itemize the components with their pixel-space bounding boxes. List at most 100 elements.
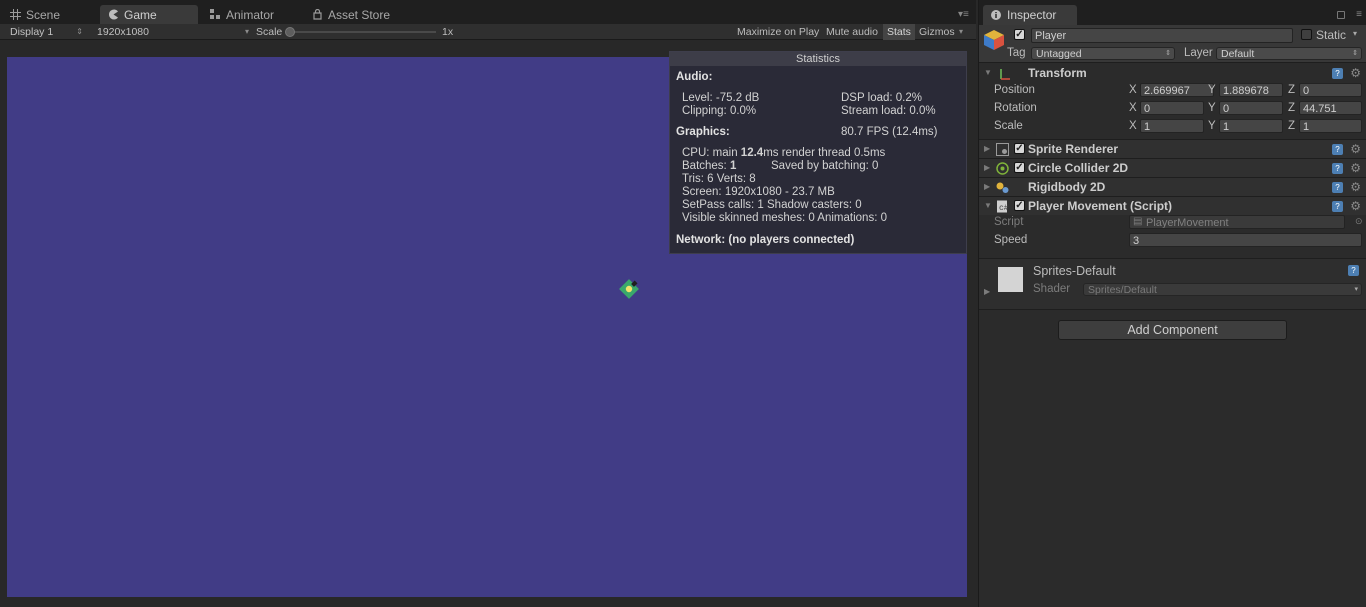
- help-book-icon[interactable]: ?: [1348, 265, 1359, 276]
- transform-axes-icon: [1000, 69, 1010, 80]
- help-book-icon[interactable]: ?: [1332, 163, 1343, 174]
- stats-button[interactable]: Stats: [883, 24, 915, 40]
- select-arrows-icon: ⇕: [1352, 50, 1358, 57]
- circle-collider-enabled-checkbox[interactable]: ✓: [1014, 162, 1025, 173]
- transform-component-header[interactable]: ▼ Transform ? ⚙: [979, 64, 1366, 83]
- cpu-main-value: 12.4: [740, 147, 764, 159]
- expand-arrow-icon[interactable]: ▶: [984, 287, 990, 296]
- select-arrows-icon: ⇕: [1165, 50, 1171, 57]
- rotation-z-field[interactable]: 44.751: [1299, 101, 1362, 115]
- script-value: PlayerMovement: [1146, 217, 1229, 229]
- scale-x-field[interactable]: 1: [1140, 119, 1204, 133]
- help-book-icon[interactable]: ?: [1332, 68, 1343, 79]
- position-y-label: Y: [1208, 84, 1216, 96]
- gameobject-header: ✓ Player Static ▾ Tag Untagged ⇕ Layer De…: [979, 25, 1366, 63]
- player-movement-enabled-checkbox[interactable]: ✓: [1014, 200, 1025, 211]
- scale-x-label: X: [1129, 120, 1137, 132]
- collapse-arrow-icon[interactable]: ▼: [984, 201, 992, 210]
- pacman-icon: [109, 9, 118, 20]
- resolution-select[interactable]: 1920x1080 ▾: [87, 24, 252, 40]
- position-y-field[interactable]: 1.889678: [1219, 83, 1283, 97]
- tab-game[interactable]: Game: [100, 5, 198, 24]
- animator-icon: [210, 9, 220, 19]
- tab-animator[interactable]: Animator: [202, 5, 282, 24]
- layer-dropdown[interactable]: Default ⇕: [1216, 47, 1362, 60]
- mute-audio-button[interactable]: Mute audio: [822, 24, 882, 40]
- static-dropdown-icon[interactable]: ▾: [1353, 29, 1357, 38]
- maximize-on-play-button[interactable]: Maximize on Play: [733, 24, 823, 40]
- circle-collider-component-header[interactable]: ▶ ✓ Circle Collider 2D ? ⚙: [979, 158, 1366, 177]
- sprite-renderer-icon: [996, 143, 1009, 156]
- rigidbody-component-header[interactable]: ▶ Rigidbody 2D ? ⚙: [979, 177, 1366, 196]
- material-preview: [998, 267, 1023, 292]
- player-movement-component-header[interactable]: ▼ c# ✓ Player Movement (Script) ? ⚙: [979, 196, 1366, 215]
- expand-arrow-icon[interactable]: ▶: [984, 182, 990, 191]
- gear-icon[interactable]: ⚙: [1350, 66, 1361, 80]
- add-component-button[interactable]: Add Component: [1058, 320, 1287, 340]
- tab-menu-icon[interactable]: ▾≡: [958, 10, 970, 20]
- batches-value: 1: [729, 160, 737, 172]
- shader-dropdown[interactable]: Sprites/Default ▾: [1083, 283, 1362, 296]
- collapse-arrow-icon[interactable]: ▼: [984, 68, 992, 77]
- expand-arrow-icon[interactable]: ▶: [984, 163, 990, 172]
- help-book-icon[interactable]: ?: [1332, 201, 1343, 212]
- player-movement-title: Player Movement (Script): [1028, 199, 1173, 213]
- inspector-menu-icon[interactable]: ≡: [1356, 9, 1362, 20]
- player-sprite: [619, 279, 639, 299]
- position-z-field[interactable]: 0: [1299, 83, 1362, 97]
- rotation-y-field[interactable]: 0: [1219, 101, 1283, 115]
- tab-scene[interactable]: Scene: [2, 5, 68, 24]
- resolution-select-value: 1920x1080: [97, 26, 149, 38]
- active-checkbox[interactable]: ✓: [1014, 29, 1025, 40]
- static-label: Static: [1316, 28, 1347, 42]
- game-panel: Scene Game Animator Asset Store ▾≡ Displ…: [0, 0, 976, 607]
- saved-by-batching: Saved by batching: 0: [771, 160, 879, 172]
- help-book-icon[interactable]: ?: [1332, 144, 1343, 155]
- tab-inspector[interactable]: Inspector: [983, 5, 1077, 25]
- gear-icon[interactable]: ⚙: [1350, 199, 1361, 213]
- scale-label: Scale: [994, 120, 1023, 132]
- gear-icon[interactable]: ⚙: [1350, 161, 1361, 175]
- game-toolbar: Display 1 ⇕ 1920x1080 ▾ Scale 1x Maximiz…: [0, 24, 976, 40]
- scale-z-field[interactable]: 1: [1299, 119, 1362, 133]
- sprite-renderer-enabled-checkbox[interactable]: ✓: [1014, 143, 1025, 154]
- expand-arrow-icon[interactable]: ▶: [984, 144, 990, 153]
- gizmos-dropdown-icon[interactable]: ▾: [959, 24, 963, 40]
- script-field: PlayerMovement: [1129, 215, 1345, 229]
- display-select[interactable]: Display 1 ⇕: [0, 24, 86, 40]
- script-file-icon: ▤: [1133, 216, 1143, 227]
- tag-dropdown[interactable]: Untagged ⇕: [1031, 47, 1175, 60]
- static-checkbox[interactable]: [1301, 29, 1312, 40]
- svg-text:c#: c#: [999, 204, 1009, 213]
- position-x-field[interactable]: 2.669967: [1140, 83, 1214, 97]
- rotation-z-label: Z: [1288, 102, 1296, 114]
- object-picker-icon[interactable]: ⊙: [1355, 216, 1363, 227]
- circle-collider-icon: [996, 162, 1009, 175]
- inspector-panel: Inspector ≡ ✓ Player Static ▾ Tag Untagg…: [978, 0, 1366, 607]
- lock-icon[interactable]: [1337, 11, 1345, 19]
- speed-field[interactable]: 3: [1129, 233, 1362, 247]
- rotation-x-field[interactable]: 0: [1140, 101, 1204, 115]
- gear-icon[interactable]: ⚙: [1350, 142, 1361, 156]
- store-icon: [313, 9, 322, 20]
- layer-label: Layer: [1184, 47, 1213, 59]
- scale-y-field[interactable]: 1: [1219, 119, 1283, 133]
- batches-stats: Batches: 1: [682, 160, 736, 172]
- help-book-icon[interactable]: ?: [1332, 182, 1343, 193]
- tab-animator-label: Animator: [226, 7, 275, 22]
- tab-game-label: Game: [124, 7, 157, 22]
- gear-icon[interactable]: ⚙: [1350, 180, 1361, 194]
- tab-asset-store[interactable]: Asset Store: [304, 5, 398, 24]
- sprite-renderer-component-header[interactable]: ▶ ✓ Sprite Renderer ? ⚙: [979, 139, 1366, 158]
- position-x-label: X: [1129, 84, 1137, 96]
- position-label: Position: [994, 84, 1035, 96]
- script-label: Script: [994, 216, 1024, 228]
- display-select-value: Display 1: [10, 26, 54, 38]
- scale-slider-thumb[interactable]: [285, 27, 295, 37]
- audio-header: Audio:: [676, 71, 713, 83]
- scale-slider-track[interactable]: [290, 31, 436, 33]
- circle-collider-title: Circle Collider 2D: [1028, 161, 1129, 175]
- object-name-field[interactable]: Player: [1031, 28, 1293, 43]
- gizmos-button[interactable]: Gizmos: [915, 24, 959, 40]
- sprite-renderer-title: Sprite Renderer: [1028, 142, 1119, 156]
